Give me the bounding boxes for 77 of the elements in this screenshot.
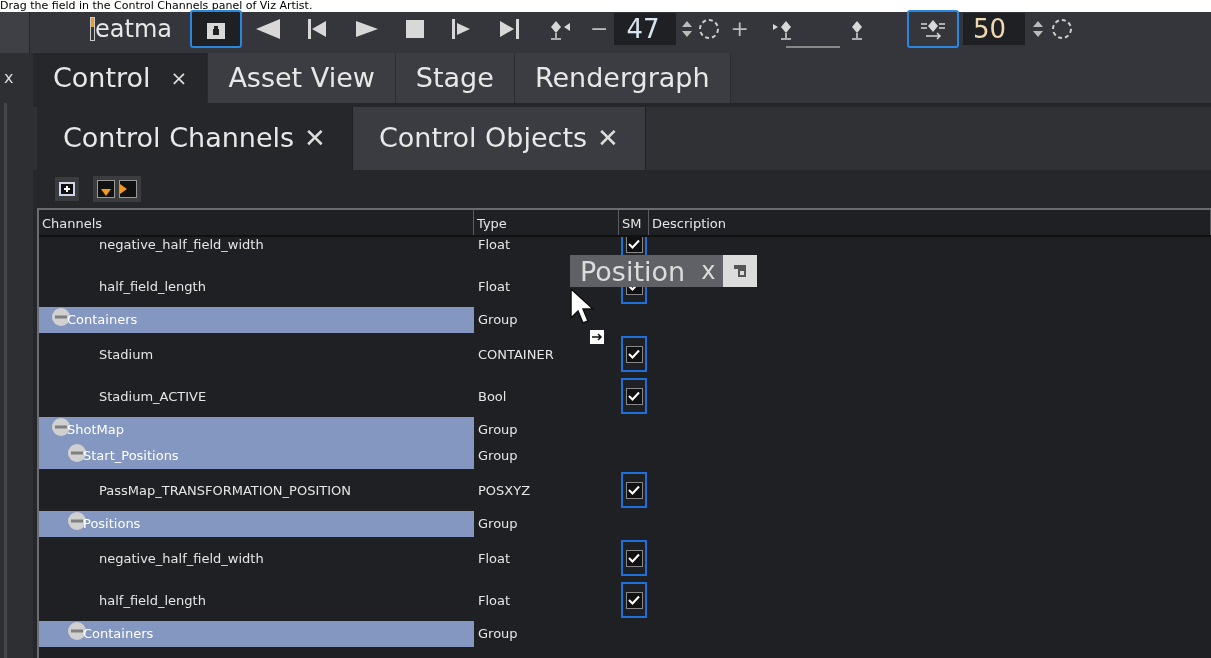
group-name: Start_Positions — [83, 447, 179, 466]
caption-text: Drag the field in the Control Channels panel of Viz Artist. — [0, 0, 313, 12]
window-icon — [732, 263, 749, 279]
type-text: CONTAINER — [478, 347, 554, 362]
type-text: Group — [478, 447, 518, 466]
splitter-handle[interactable] — [786, 46, 840, 48]
check-icon — [628, 553, 640, 563]
type-text: Group — [478, 515, 518, 534]
channel-name: Stadium_ACTIVE — [99, 389, 207, 404]
type-text: Float — [478, 593, 511, 608]
panel-tab[interactable]: Stage — [395, 53, 515, 103]
panel-tab[interactable]: Control × — [33, 53, 209, 103]
panel-tab[interactable]: Control Channels ✕ — [37, 107, 353, 170]
column-header[interactable]: Channels — [42, 213, 103, 233]
down-arrow-icon — [101, 189, 111, 197]
decrement-button[interactable]: − — [590, 17, 609, 40]
export-button[interactable] — [119, 180, 137, 198]
stop-icon[interactable] — [406, 19, 424, 38]
sm-checkbox[interactable] — [621, 378, 647, 414]
move-arrow-icon — [590, 330, 604, 344]
channel-name: Stadium — [99, 347, 154, 362]
skip-start-icon[interactable] — [308, 18, 328, 39]
import-button[interactable] — [97, 180, 115, 198]
step-forward-icon[interactable] — [452, 18, 472, 39]
panel-tab[interactable]: Asset View — [208, 53, 396, 103]
sm-checkbox[interactable] — [621, 472, 647, 508]
sm-checkbox[interactable] — [621, 336, 647, 372]
type-text: Float — [478, 279, 511, 294]
start-frame-field[interactable]: 47 — [614, 12, 677, 45]
column-header[interactable]: Type — [477, 213, 507, 233]
check-icon — [628, 349, 640, 359]
loop-icon[interactable] — [698, 17, 721, 40]
check-icon — [628, 391, 640, 401]
column-header[interactable]: Description — [652, 213, 727, 233]
float-button[interactable] — [723, 255, 758, 287]
sm-checkbox[interactable] — [621, 582, 647, 618]
type-text: Float — [478, 237, 511, 252]
type-text: Group — [478, 311, 518, 330]
panel-tab[interactable]: Rendergraph — [514, 53, 731, 103]
type-text: Group — [478, 625, 518, 644]
increment-button[interactable]: + — [730, 17, 749, 40]
channel-name: negative_half_field_width — [99, 551, 264, 566]
column-header[interactable]: SM — [622, 213, 642, 233]
check-icon — [628, 239, 640, 249]
play-backward-icon[interactable] — [256, 18, 280, 39]
loop-icon[interactable] — [1050, 17, 1073, 40]
remove-button[interactable]: x — [701, 259, 716, 283]
add-icon — [59, 182, 75, 196]
check-icon — [628, 485, 640, 495]
end-frame-field[interactable]: 50 — [962, 12, 1025, 45]
close-button[interactable]: × — [170, 63, 188, 93]
play-icon[interactable] — [356, 18, 378, 39]
channel-name: negative_half_field_width — [99, 237, 264, 252]
lock-button[interactable] — [190, 9, 242, 48]
close-button[interactable]: x — [4, 70, 14, 86]
group-name: ShotMap — [67, 421, 124, 440]
type-text: Float — [478, 551, 511, 566]
close-button[interactable]: ✕ — [304, 119, 326, 158]
channel-name: PassMap_TRANSFORMATION_POSITION — [99, 483, 351, 498]
panel-tab[interactable]: Control Objects ✕ — [352, 107, 646, 170]
group-name: Positions — [83, 515, 141, 534]
close-button[interactable]: ✕ — [597, 119, 619, 158]
drag-tooltip: Position x — [570, 255, 758, 287]
filter-button[interactable] — [906, 9, 959, 48]
sm-checkbox[interactable] — [621, 540, 647, 576]
type-text: POSXYZ — [478, 483, 531, 498]
right-arrow-icon — [120, 184, 128, 194]
type-text: Bool — [478, 389, 507, 404]
channel-name: half_field_length — [99, 593, 206, 608]
check-icon — [628, 595, 640, 605]
mouse-cursor-icon — [570, 288, 596, 326]
group-name: Containers — [67, 311, 138, 330]
type-text: Group — [478, 421, 518, 440]
add-channel-button[interactable] — [55, 177, 79, 201]
group-name: Containers — [83, 625, 154, 644]
channel-name: half_field_length — [99, 279, 206, 294]
skip-end-icon[interactable] — [500, 18, 520, 39]
